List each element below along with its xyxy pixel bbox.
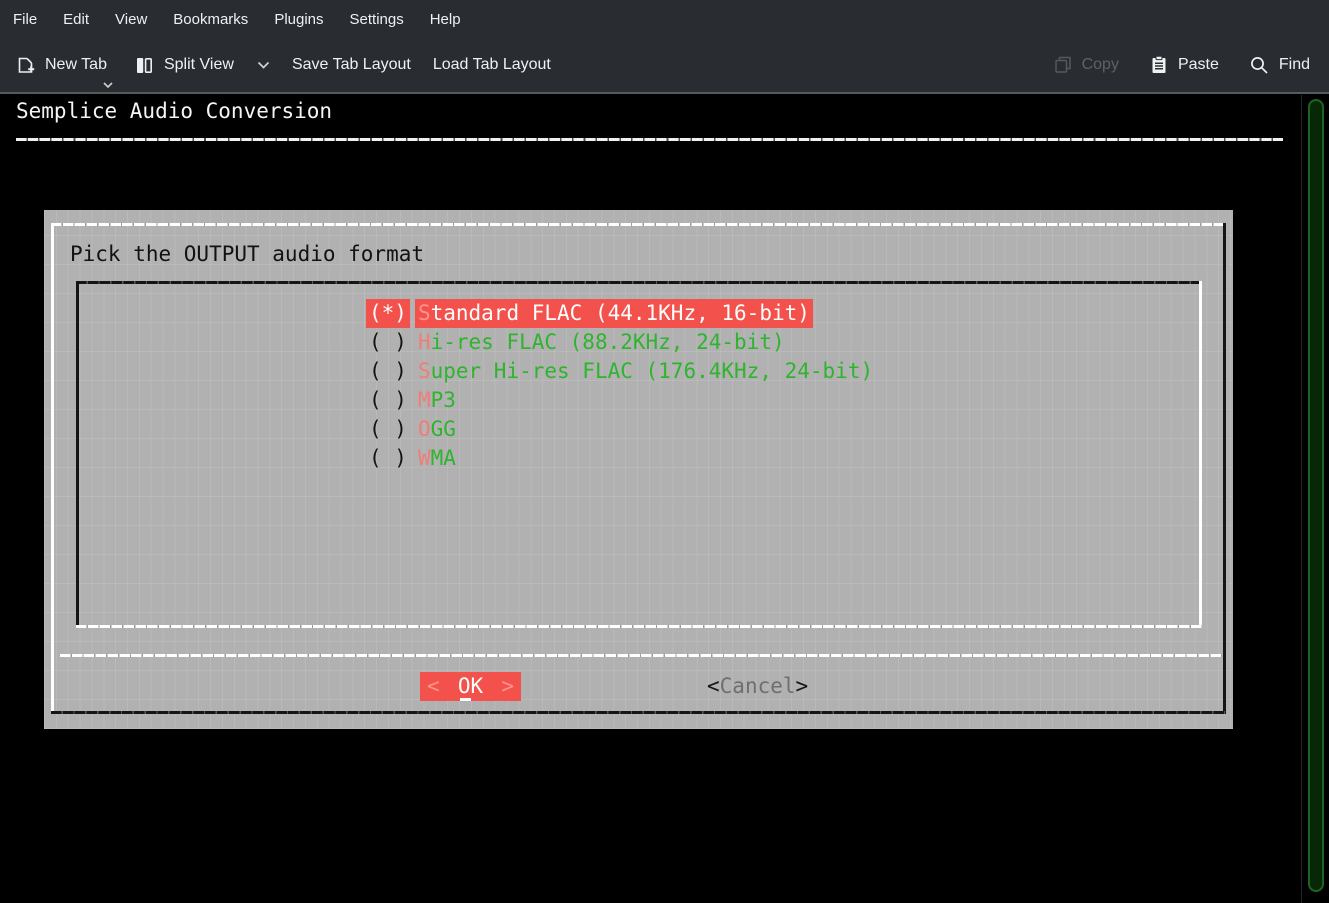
option-label: i-res FLAC (88.2KHz, 24-bit): [431, 330, 785, 354]
dialog-border-right: [1223, 223, 1226, 714]
option-label: P3: [431, 388, 456, 412]
radio-state: ( ): [366, 328, 410, 357]
radio-state: ( ): [366, 415, 410, 444]
toolbar-right-group: Copy Paste: [1053, 38, 1310, 92]
copy-button[interactable]: Copy: [1053, 55, 1119, 75]
listbox-border-bottom: [76, 625, 1202, 628]
button-row-separator: [60, 654, 1222, 657]
dialog-border-left: [51, 223, 54, 714]
window-chrome: File Edit View Bookmarks Plugins Setting…: [0, 0, 1329, 94]
radio-state: ( ): [366, 386, 410, 415]
copy-label: Copy: [1082, 56, 1119, 74]
option-label: tandard FLAC (44.1KHz, 16-bit): [431, 301, 810, 325]
cancel-label: Cancel: [720, 672, 796, 701]
toolbar: New Tab Split View Save Tab: [0, 38, 1329, 92]
option-label: MA: [431, 446, 456, 470]
menu-bookmarks[interactable]: Bookmarks: [160, 0, 261, 38]
hotkey-letter: M: [418, 388, 431, 412]
menu-edit[interactable]: Edit: [50, 0, 102, 38]
radio-option-standard-flac[interactable]: (*) Standard FLAC (44.1KHz, 16-bit): [366, 299, 813, 328]
radio-option-ogg[interactable]: ( ) OGG: [366, 415, 459, 444]
paste-icon: [1149, 55, 1169, 75]
hotkey-letter: S: [418, 359, 431, 383]
scrollbar-handle[interactable]: [1308, 99, 1324, 892]
split-view-icon: [134, 55, 155, 76]
chevron-down-icon[interactable]: [257, 61, 270, 70]
menu-plugins[interactable]: Plugins: [261, 0, 336, 38]
cancel-right-bracket: >: [796, 672, 809, 701]
menu-view[interactable]: View: [102, 0, 160, 38]
radio-option-super-hires-flac[interactable]: ( ) Super Hi-res FLAC (176.4KHz, 24-bit): [366, 357, 876, 386]
save-tab-layout-label: Save Tab Layout: [292, 56, 411, 74]
terminal-backtitle: Semplice Audio Conversion: [16, 97, 332, 126]
new-tab-button[interactable]: New Tab: [15, 55, 107, 76]
menubar: File Edit View Bookmarks Plugins Setting…: [0, 0, 1329, 38]
radio-state: ( ): [366, 444, 410, 473]
listbox-border-right: [1199, 281, 1202, 628]
load-tab-layout-label: Load Tab Layout: [433, 56, 551, 74]
text-cursor: [460, 698, 471, 701]
radio-state: (*): [366, 299, 410, 328]
hotkey-letter: W: [418, 446, 431, 470]
listbox-border-left: [76, 281, 79, 628]
radio-state: ( ): [366, 357, 410, 386]
paste-button[interactable]: Paste: [1149, 55, 1219, 75]
menu-file[interactable]: File: [0, 0, 50, 38]
option-label: GG: [431, 417, 456, 441]
hotkey-letter: S: [418, 301, 431, 325]
listbox-border-top: [76, 281, 1202, 284]
load-tab-layout-button[interactable]: Load Tab Layout: [433, 56, 551, 74]
ok-label: OK: [458, 672, 483, 701]
ok-button[interactable]: < OK >: [420, 672, 521, 701]
ok-left-bracket: <: [427, 672, 440, 701]
menu-settings[interactable]: Settings: [337, 0, 417, 38]
dialog-border-bottom: [51, 711, 1226, 714]
new-tab-icon: [15, 55, 36, 76]
cancel-button[interactable]: < Cancel >: [707, 672, 808, 701]
scrollbar-track: [1301, 95, 1302, 903]
radio-option-mp3[interactable]: ( ) MP3: [366, 386, 459, 415]
find-label: Find: [1279, 56, 1310, 74]
save-tab-layout-button[interactable]: Save Tab Layout: [292, 56, 411, 74]
new-tab-label: New Tab: [45, 56, 107, 74]
radiolist-dialog: Pick the OUTPUT audio format (*) Standard…: [44, 210, 1233, 729]
find-button[interactable]: Find: [1249, 55, 1310, 76]
paste-label: Paste: [1178, 56, 1219, 74]
radio-option-wma[interactable]: ( ) WMA: [366, 444, 459, 473]
option-label: uper Hi-res FLAC (176.4KHz, 24-bit): [431, 359, 874, 383]
menu-help[interactable]: Help: [417, 0, 474, 38]
search-icon: [1249, 55, 1270, 76]
ok-right-bracket: >: [501, 672, 514, 701]
backtitle-rule: [16, 138, 1283, 141]
copy-icon: [1053, 55, 1073, 75]
cancel-left-bracket: <: [707, 672, 720, 701]
split-view-button[interactable]: Split View: [134, 55, 270, 76]
radio-option-hires-flac[interactable]: ( ) Hi-res FLAC (88.2KHz, 24-bit): [366, 328, 788, 357]
chevron-down-icon: [103, 82, 113, 89]
split-view-label: Split View: [164, 56, 234, 74]
hotkey-letter: O: [418, 417, 431, 441]
hotkey-letter: H: [418, 330, 431, 354]
dialog-title: Pick the OUTPUT audio format: [70, 240, 424, 269]
dialog-border-top: [51, 223, 1226, 226]
